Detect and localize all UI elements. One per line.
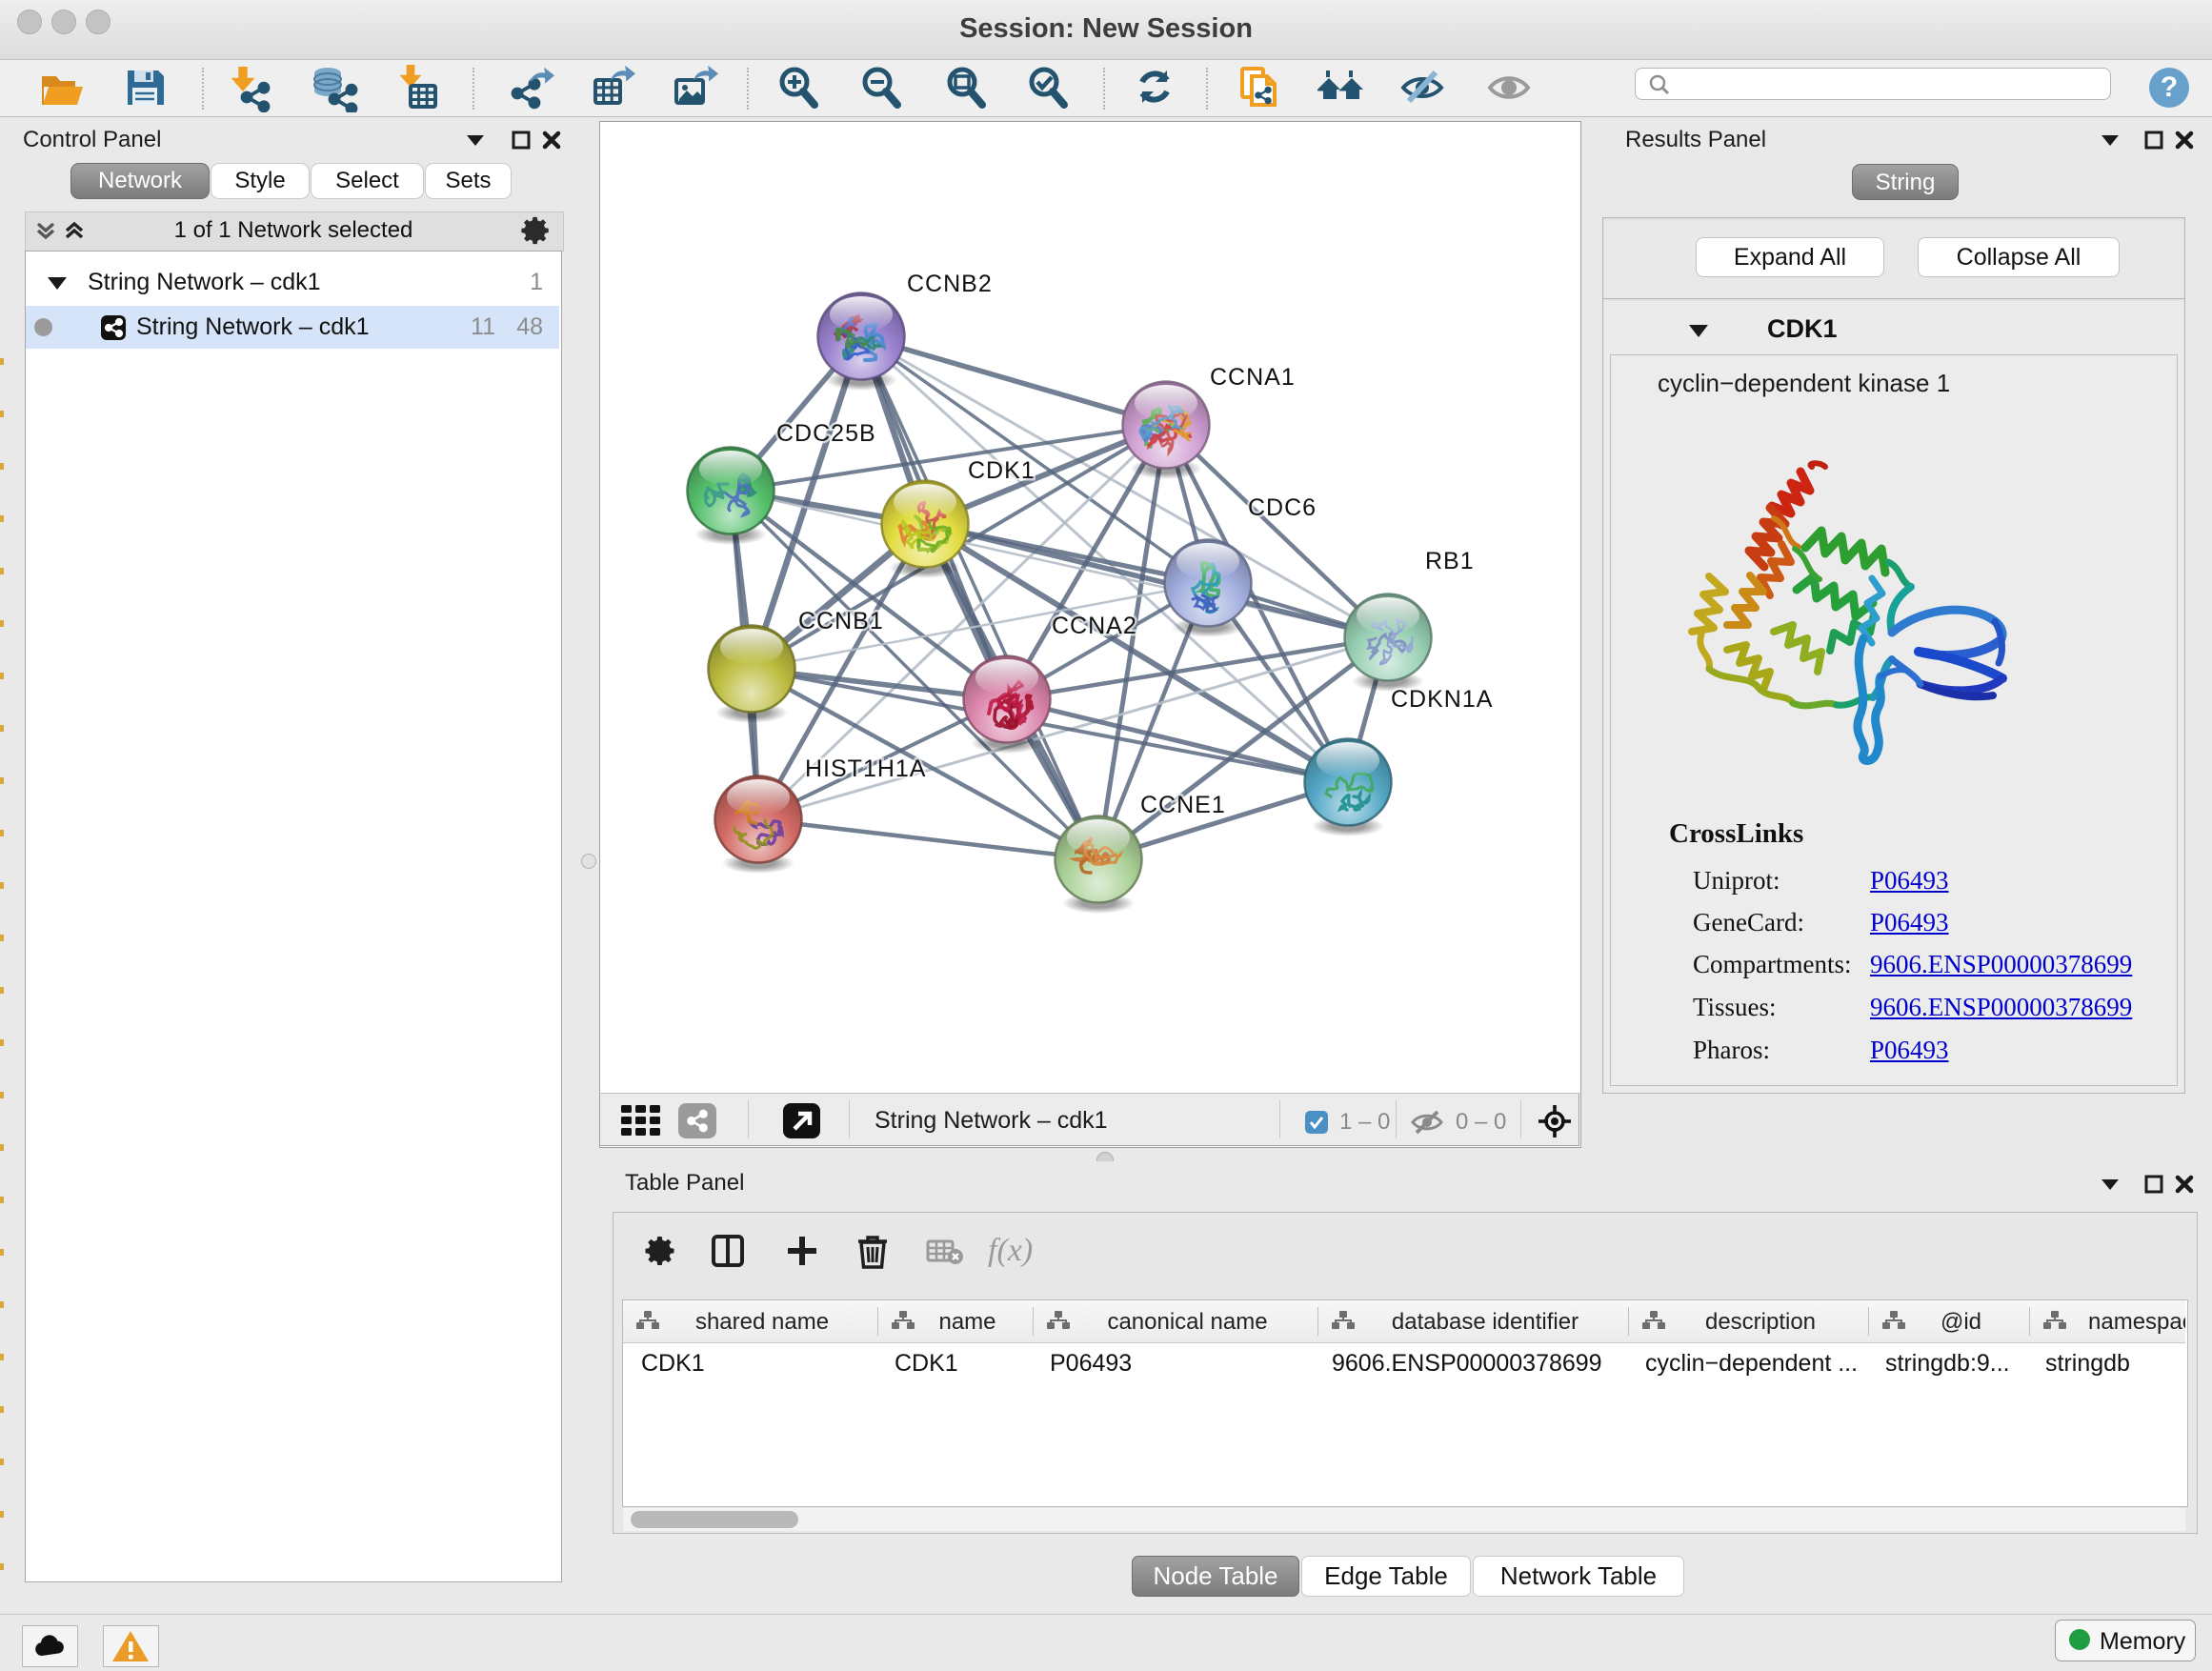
svg-text:CDC25B: CDC25B (776, 420, 876, 447)
svg-text:CDC6: CDC6 (1248, 494, 1317, 521)
svg-text:CDK1: CDK1 (968, 457, 1036, 484)
svg-text:CCNB2: CCNB2 (907, 271, 993, 297)
svg-text:CCNA1: CCNA1 (1210, 364, 1296, 391)
svg-text:CDKN1A: CDKN1A (1391, 686, 1493, 713)
svg-text:CCNA2: CCNA2 (1052, 613, 1137, 639)
svg-text:RB1: RB1 (1425, 548, 1475, 574)
svg-text:CCNE1: CCNE1 (1140, 792, 1226, 818)
svg-text:HIST1H1A: HIST1H1A (805, 755, 926, 782)
svg-text:CCNB1: CCNB1 (798, 608, 884, 634)
